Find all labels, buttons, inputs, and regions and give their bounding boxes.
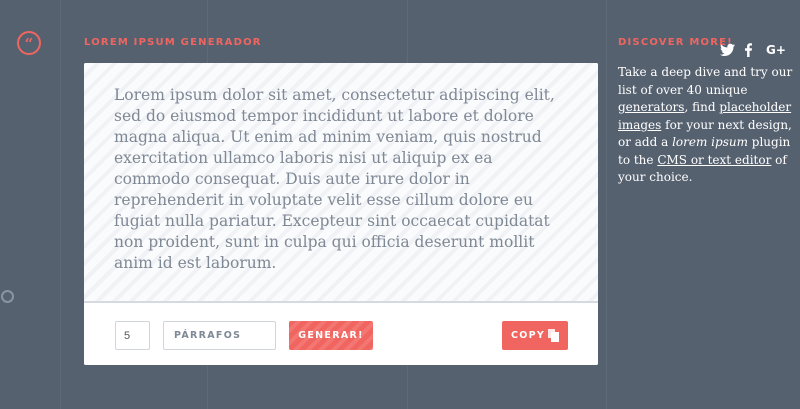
generator-title: LOREM IPSUM GENERADOR (84, 37, 262, 48)
copy-button[interactable]: COPY (502, 321, 568, 350)
paragraph-count-input[interactable] (115, 321, 150, 350)
lorem-output-area[interactable]: Lorem ipsum dolor sit amet, consectetur … (84, 63, 598, 303)
circle-marker-icon (1, 290, 14, 303)
generators-link[interactable]: generators (618, 100, 684, 114)
grid-line (60, 0, 61, 409)
generator-controls: PÁRRAFOS GENERAR! COPY (84, 305, 598, 365)
discover-text: Take a deep dive and try our list of ove… (618, 65, 793, 97)
unit-select[interactable]: PÁRRAFOS (163, 321, 276, 350)
generate-button[interactable]: GENERAR! (289, 321, 373, 350)
quote-logo-icon[interactable]: “ (17, 31, 41, 55)
copy-button-label: COPY (511, 330, 546, 341)
copy-icon (548, 329, 559, 342)
google-plus-icon[interactable]: G+ (766, 43, 788, 57)
lorem-ipsum-emphasis: lorem ipsum (672, 135, 748, 149)
discover-title: DISCOVER MORE! (618, 37, 733, 48)
twitter-icon[interactable] (720, 43, 735, 57)
cms-editor-link[interactable]: CMS or text editor (657, 153, 771, 167)
discover-description: Take a deep dive and try our list of ove… (618, 64, 796, 187)
facebook-icon[interactable] (744, 43, 753, 57)
lorem-text: Lorem ipsum dolor sit amet, consectetur … (114, 86, 555, 272)
discover-text: , find (684, 100, 720, 114)
grid-line (606, 0, 607, 409)
generator-card: Lorem ipsum dolor sit amet, consectetur … (84, 63, 598, 365)
